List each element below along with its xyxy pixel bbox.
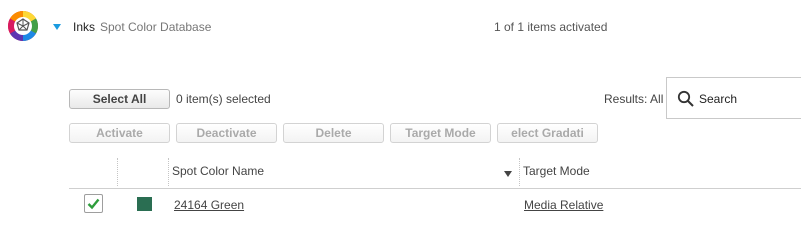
search-input[interactable]: Search — [666, 77, 801, 119]
inks-header: Inks Spot Color Database 1 of 1 items ac… — [0, 0, 801, 56]
column-header-target-mode[interactable]: Target Mode — [523, 164, 590, 178]
target-mode-link[interactable]: Media Relative — [524, 198, 603, 212]
triangle-down-icon[interactable] — [51, 21, 63, 33]
selected-count: 0 item(s) selected — [176, 92, 271, 106]
checkmark-icon — [87, 198, 100, 210]
column-divider — [117, 158, 118, 186]
section-title: Inks — [73, 20, 96, 34]
table-row[interactable]: 24164 Green Media Relative — [69, 190, 801, 220]
search-icon — [677, 90, 694, 107]
results-label: Results: All — [604, 92, 664, 106]
activation-status: 1 of 1 items activated — [494, 20, 608, 34]
row-checkbox[interactable] — [84, 194, 103, 213]
section-subtitle: Spot Color Database — [100, 20, 212, 34]
activate-button[interactable]: Activate — [69, 123, 170, 143]
select-all-button[interactable]: Select All — [69, 89, 170, 109]
column-header-spot-color-name[interactable]: Spot Color Name — [172, 164, 264, 178]
table-header: Spot Color Name Target Mode — [69, 158, 801, 189]
column-divider — [519, 158, 520, 186]
target-mode-button[interactable]: Target Mode — [390, 123, 491, 143]
column-divider — [168, 158, 169, 186]
select-gradation-button[interactable]: elect Gradati — [497, 123, 598, 143]
color-wheel-icon — [7, 10, 39, 42]
deactivate-button[interactable]: Deactivate — [176, 123, 277, 143]
search-placeholder: Search — [699, 92, 738, 106]
color-swatch — [137, 197, 152, 211]
spot-color-name-link[interactable]: 24164 Green — [174, 198, 244, 212]
delete-button[interactable]: Delete — [283, 123, 384, 143]
sort-descending-icon[interactable] — [504, 171, 512, 177]
